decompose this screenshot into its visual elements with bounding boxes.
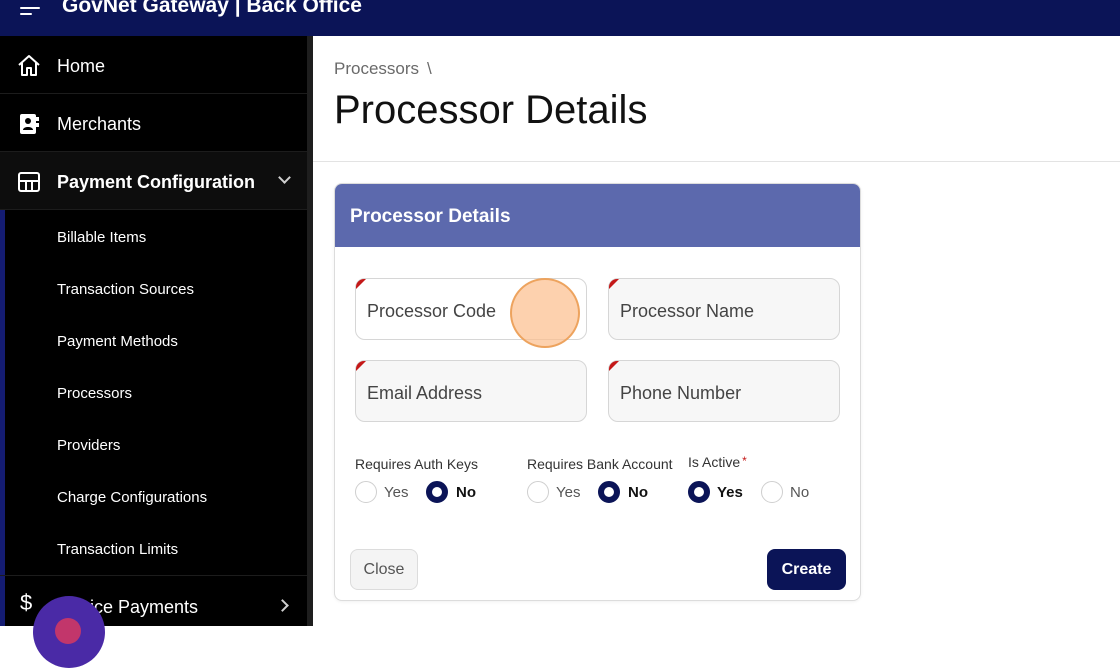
- breadcrumb: Processors \: [334, 59, 432, 79]
- required-marker: [356, 361, 366, 371]
- sidebar-subitem-transaction-sources[interactable]: Transaction Sources: [5, 262, 307, 314]
- processor-name-placeholder: Processor Name: [620, 301, 755, 321]
- sidebar-item-label: Home: [57, 56, 106, 76]
- card-header: Processor Details: [335, 184, 860, 247]
- processor-code-placeholder: Processor Code: [367, 301, 497, 321]
- page-title: Processor Details: [334, 88, 648, 132]
- sidebar-subitem-label: Payment Methods: [57, 333, 178, 350]
- sidebar-subitem-payment-methods[interactable]: Payment Methods: [5, 314, 307, 366]
- chat-bubble-icon[interactable]: [33, 596, 105, 668]
- auth-keys-no-radio[interactable]: [426, 481, 448, 503]
- sidebar-subitem-label: Providers: [57, 437, 121, 454]
- is-active-no-radio[interactable]: [761, 481, 783, 503]
- sidebar-subitem-label: Processors: [57, 385, 133, 402]
- breadcrumb-separator: \: [427, 59, 432, 78]
- required-marker: [609, 361, 619, 371]
- is-active-label-text: Is Active: [688, 454, 741, 470]
- required-marker: [356, 279, 366, 289]
- breadcrumb-processors-link[interactable]: Processors: [334, 59, 419, 78]
- sidebar-item-home[interactable]: Home: [0, 36, 307, 94]
- contacts-book-icon: [20, 114, 39, 134]
- email-address-placeholder: Email Address: [367, 383, 483, 403]
- required-star: *: [742, 454, 747, 468]
- home-icon: [18, 55, 40, 76]
- is-active-no-label: No: [790, 484, 810, 501]
- close-button[interactable]: Close: [350, 549, 418, 590]
- processor-details-card: Processor Details Processor Code Process…: [334, 183, 861, 601]
- chevron-down-icon: [278, 171, 291, 184]
- page-header: Processors \ Processor Details: [313, 36, 1120, 162]
- sidebar-subitem-transaction-limits[interactable]: Transaction Limits: [5, 522, 307, 574]
- is-active-yes-radio[interactable]: [688, 481, 710, 503]
- bank-account-yes-radio[interactable]: [527, 481, 549, 503]
- auth-keys-yes-label: Yes: [384, 484, 409, 501]
- required-marker: [609, 279, 619, 289]
- app-title: GovNet Gateway | Back Office: [62, 0, 362, 17]
- payment-config-icon: [18, 172, 40, 192]
- sidebar-subitem-billable-items[interactable]: Billable Items: [5, 210, 307, 262]
- sidebar: Home Merchants Payment Configuration Bil…: [0, 36, 307, 626]
- create-button[interactable]: Create: [767, 549, 846, 590]
- sidebar-subitem-processors[interactable]: Processors: [5, 366, 307, 418]
- requires-auth-keys-label: Requires Auth Keys: [355, 456, 478, 472]
- email-address-input[interactable]: Email Address: [355, 360, 587, 422]
- requires-bank-account-label: Requires Bank Account: [527, 456, 673, 472]
- card-title: Processor Details: [350, 206, 511, 227]
- processor-name-input[interactable]: Processor Name: [608, 278, 840, 340]
- sidebar-subitem-label: Transaction Sources: [57, 281, 195, 298]
- is-active-label: Is Active *: [688, 454, 747, 470]
- sidebar-subitem-charge-configurations[interactable]: Charge Configurations: [5, 470, 307, 522]
- bank-account-yes-label: Yes: [556, 484, 581, 501]
- sidebar-item-merchants[interactable]: Merchants: [0, 94, 307, 152]
- bank-account-no-radio[interactable]: [598, 481, 620, 503]
- bank-account-no-label: No: [628, 484, 648, 501]
- sidebar-subitem-label: Charge Configurations: [57, 489, 208, 506]
- menu-icon[interactable]: [14, 0, 44, 20]
- auth-keys-yes-radio[interactable]: [355, 481, 377, 503]
- sidebar-subitem-label: Billable Items: [57, 229, 147, 246]
- processor-code-input[interactable]: Processor Code: [355, 278, 587, 340]
- chevron-right-icon: [276, 599, 289, 612]
- sidebar-subitem-providers[interactable]: Providers: [5, 418, 307, 470]
- phone-number-placeholder: Phone Number: [620, 383, 742, 403]
- sidebar-item-label: Merchants: [57, 114, 142, 134]
- sidebar-item-label: Payment Configuration: [57, 172, 256, 192]
- top-bar: GovNet Gateway | Back Office: [0, 0, 1120, 36]
- sidebar-item-payment-configuration[interactable]: Payment Configuration: [0, 152, 307, 210]
- auth-keys-no-label: No: [456, 484, 476, 501]
- is-active-yes-label: Yes: [717, 484, 743, 501]
- sidebar-subitem-label: Transaction Limits: [57, 541, 179, 558]
- sidebar-item-label: ice Payments: [90, 597, 199, 617]
- phone-number-input[interactable]: Phone Number: [608, 360, 840, 422]
